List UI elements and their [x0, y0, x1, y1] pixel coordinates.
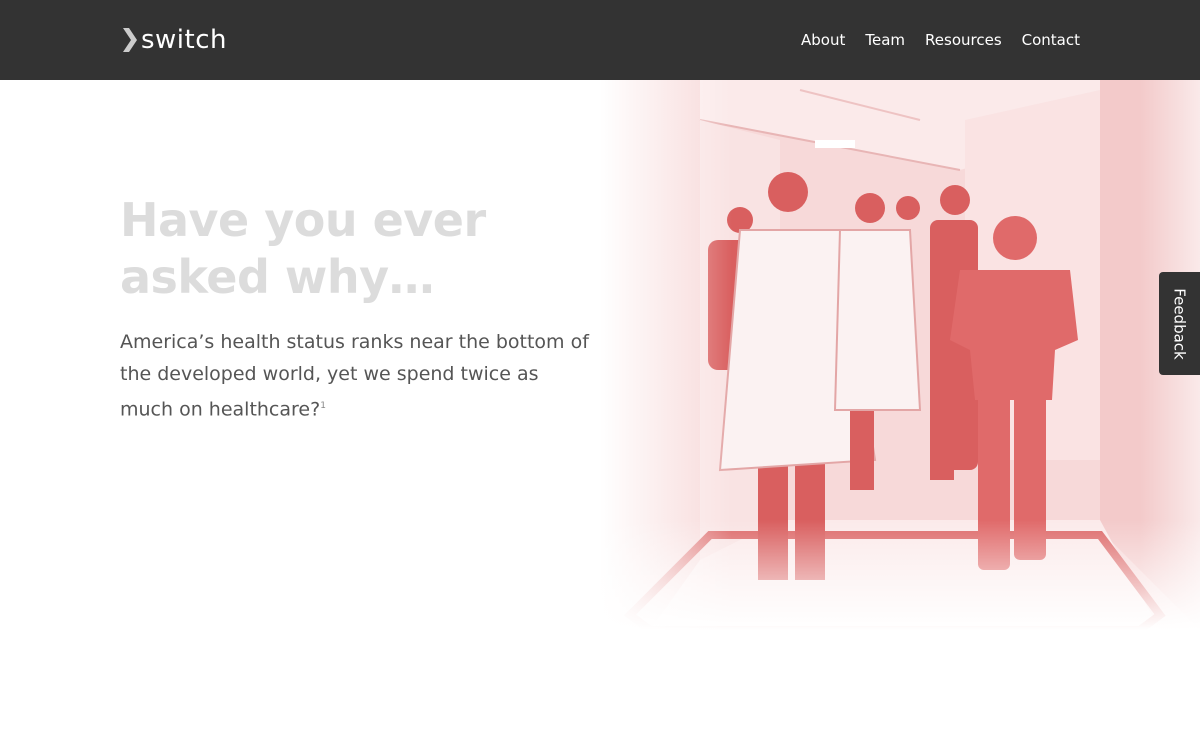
nav-about[interactable]: About — [801, 31, 845, 49]
hero-headline: Have you ever asked why… — [120, 193, 486, 304]
feedback-tab[interactable]: Feedback — [1159, 272, 1200, 375]
main-nav: About Team Resources Contact — [781, 0, 1080, 80]
chevron-right-icon — [123, 28, 137, 52]
hero-body: America’s health status ranks near the b… — [120, 326, 590, 425]
hero-image — [600, 80, 1200, 630]
logo[interactable]: switch — [122, 22, 227, 58]
nav-contact[interactable]: Contact — [1022, 31, 1080, 49]
hero-copy: Have you ever asked why… America’s healt… — [120, 192, 590, 425]
logo-wordmark: switch — [141, 25, 228, 55]
feedback-label: Feedback — [1170, 287, 1189, 360]
site-header: switch About Team Resources Contact — [0, 0, 1200, 80]
nav-resources[interactable]: Resources — [925, 31, 1002, 49]
hero-body-text: America’s health status ranks near the b… — [120, 331, 589, 421]
footnote-marker[interactable]: 1 — [320, 401, 326, 411]
nav-team[interactable]: Team — [865, 31, 905, 49]
